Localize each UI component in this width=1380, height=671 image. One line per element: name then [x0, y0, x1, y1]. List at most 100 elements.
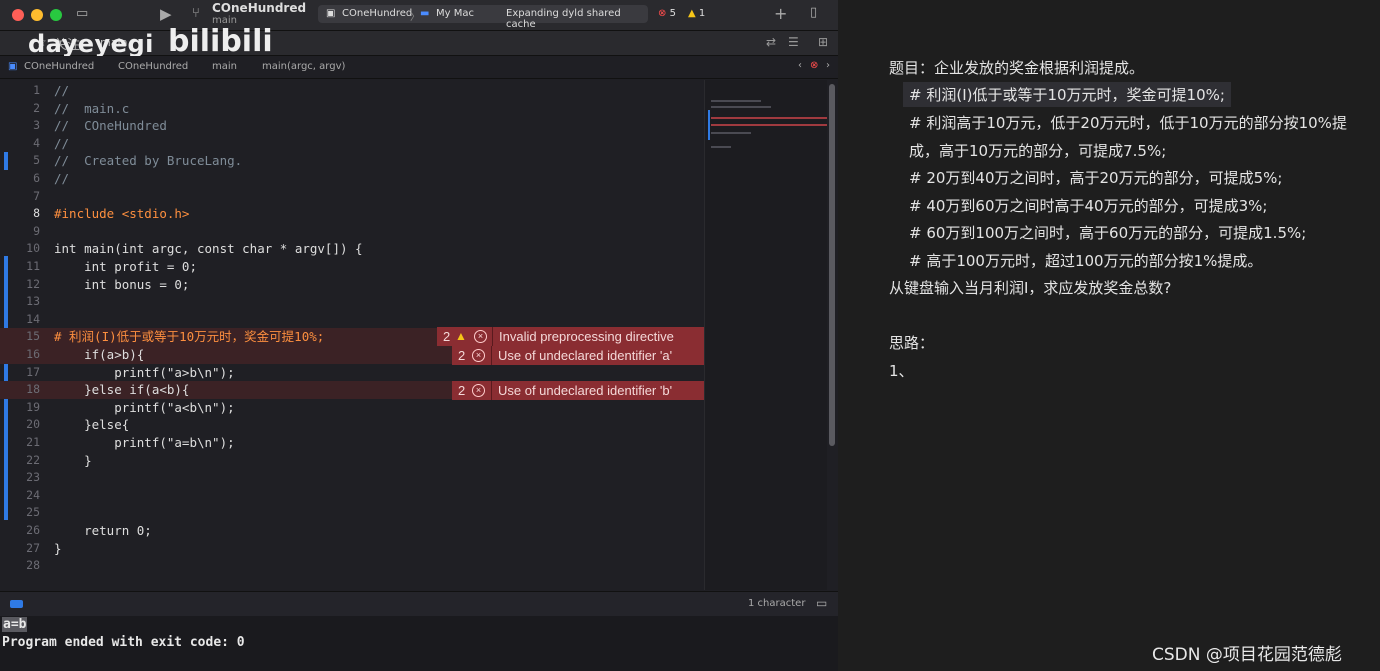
editor-options-icon[interactable]: ☰ [788, 35, 799, 49]
run-icon[interactable]: ▶ [160, 5, 172, 23]
line-code: int main(int argc, const char * argv[]) … [54, 241, 363, 257]
issue-annotation-error[interactable]: 2 × Use of undeclared identifier 'b' [452, 381, 704, 400]
code-line[interactable]: 1 // [0, 82, 704, 100]
code-line[interactable]: 6 // [0, 170, 704, 188]
bilibili-logo: bilibili [168, 24, 273, 59]
issue-message: Invalid preprocessing directive [492, 327, 674, 346]
line-code: # 利润(I)低于或等于10万元时，奖金可提10%; [54, 329, 325, 345]
issue-count: 2 [443, 329, 451, 344]
code-line[interactable]: 8 #include <stdio.h> [0, 205, 704, 223]
minimap-change [708, 110, 710, 140]
console-line: a=b [2, 617, 28, 632]
code-line[interactable]: 21 printf("a=b\n"); [0, 434, 704, 452]
jump-item-function[interactable]: main(argc, argv) [262, 61, 345, 72]
warning-badge[interactable]: ▲ 1 [688, 8, 705, 19]
add-icon[interactable]: + [774, 4, 787, 23]
chevron-left-icon[interactable]: ‹ [798, 60, 802, 71]
code-line[interactable]: 13 [0, 293, 704, 311]
code-line[interactable]: 11 int profit = 0; [0, 258, 704, 276]
notes-panel: 题目：企业发放的奖金根据利润提成。 # 利润(I)低于或等于10万元时，奖金可提… [840, 0, 1380, 671]
run-destination[interactable]: My Mac [436, 8, 474, 19]
code-line[interactable]: 27} [0, 540, 704, 558]
line-code: // Created by BruceLang. [54, 153, 243, 169]
jump-item-project[interactable]: COneHundred [24, 61, 94, 72]
console-line: Program ended with exit code: 0 [2, 635, 245, 650]
console-toggle-icon[interactable]: ▭ [816, 596, 827, 610]
swap-icon[interactable]: ⇄ [766, 35, 776, 49]
line-code: printf("a>b\n"); [54, 364, 235, 380]
line-code: return 0; [54, 523, 152, 538]
line-number: 9 [33, 223, 40, 238]
line-number: 26 [26, 523, 40, 537]
line-code: }else{ [54, 417, 130, 433]
jump-item-folder[interactable]: COneHundred [118, 61, 188, 72]
issue-count: 2 [458, 383, 466, 398]
error-badge[interactable]: ⊗ 5 [658, 8, 676, 19]
debug-area-toggle-icon[interactable] [10, 600, 23, 608]
line-code: if(a>b){ [54, 347, 145, 362]
code-line[interactable]: 12 int bonus = 0; [0, 276, 704, 294]
line-number: 19 [26, 399, 40, 414]
code-line[interactable]: 28 [0, 557, 704, 575]
jump-item-file[interactable]: main [212, 61, 237, 72]
line-number: 23 [26, 470, 40, 485]
scheme-selector[interactable]: ▣ COneHundred 〉 ▬ My Mac Expanding dyld … [318, 5, 648, 30]
line-number: 22 [26, 452, 40, 467]
code-line[interactable]: 22 } [0, 452, 704, 470]
zoom-window-button[interactable] [50, 9, 62, 21]
line-number: 3 [33, 118, 40, 133]
line-number: 21 [26, 435, 40, 449]
project-name: COneHundred [212, 1, 307, 15]
code-line[interactable]: 17 printf("a>b\n"); [0, 364, 704, 382]
line-code: int bonus = 0; [54, 276, 190, 292]
error-icon: × [472, 349, 485, 362]
minimap-error [711, 124, 827, 126]
line-number: 20 [26, 417, 40, 432]
line-number: 17 [26, 364, 40, 379]
code-line[interactable]: 10 int main(int argc, const char * argv[]… [0, 240, 704, 258]
rule-line: # 利润高于10万元，低于20万元时，低于10万元的部分按10%提 [909, 114, 1347, 132]
csdn-credit: CSDN @项目花园范德彪 [1152, 645, 1342, 665]
issue-nav-icon[interactable]: ⊗ [810, 60, 818, 71]
code-line[interactable]: 19 printf("a<b\n"); [0, 399, 704, 417]
minimize-window-button[interactable] [31, 9, 43, 21]
code-line[interactable]: 26 return 0; [0, 522, 704, 540]
editor-scrollbar[interactable] [829, 84, 835, 446]
code-line[interactable]: 25 [0, 504, 704, 522]
chevron-right-nav-icon[interactable]: › [826, 60, 830, 71]
mac-icon: ▬ [420, 8, 430, 19]
scheme-target[interactable]: COneHundred [342, 8, 412, 19]
code-line[interactable]: 4 // [0, 135, 704, 153]
code-line[interactable]: 24 [0, 487, 704, 505]
code-line[interactable]: 9 [0, 223, 704, 241]
line-code: // COneHundred [54, 118, 167, 134]
code-editor[interactable]: 1 // 2 // main.c 3 // COneHundred 4 // 5 // C… [0, 80, 704, 590]
code-line[interactable]: 2 // main.c [0, 100, 704, 118]
issue-message: Use of undeclared identifier 'a' [491, 346, 672, 365]
line-number: 10 [26, 241, 40, 256]
code-line[interactable]: 7 [0, 188, 704, 206]
issue-annotation-warning[interactable]: 2 ▲ × Invalid preprocessing directive [437, 327, 704, 346]
code-line[interactable]: 14 [0, 311, 704, 329]
code-line[interactable]: 5 // Created by BruceLang. [0, 152, 704, 170]
minimap-line [711, 146, 731, 148]
issue-count: 2 [458, 348, 466, 363]
issue-annotation-error[interactable]: 2 × Use of undeclared identifier 'a' [452, 346, 704, 365]
issue-message: Use of undeclared identifier 'b' [491, 381, 672, 400]
line-number: 1 [33, 83, 40, 97]
close-window-button[interactable] [12, 9, 24, 21]
minimap[interactable] [704, 80, 827, 590]
sidebar-toggle-icon[interactable]: ▭ [76, 6, 88, 21]
xcode-window: ▭ ▶ ⑂ COneHundred main ▣ COneHundred 〉 ▬… [0, 0, 838, 671]
rule-line: # 高于100万元时，超过100万元的部分按1%提成。 [909, 252, 1263, 270]
error-icon: × [472, 384, 485, 397]
error-icon: × [474, 330, 487, 343]
code-line[interactable]: 23 [0, 469, 704, 487]
split-editor-icon[interactable]: ⊞ [818, 35, 828, 49]
console-output[interactable]: a=b Program ended with exit code: 0 [0, 616, 838, 671]
line-number: 12 [26, 276, 40, 291]
code-line[interactable]: 20 }else{ [0, 416, 704, 434]
code-line[interactable]: 3 // COneHundred [0, 117, 704, 135]
warning-icon: ▲ [455, 329, 467, 343]
inspector-toggle-icon[interactable]: ▯ [810, 5, 817, 20]
